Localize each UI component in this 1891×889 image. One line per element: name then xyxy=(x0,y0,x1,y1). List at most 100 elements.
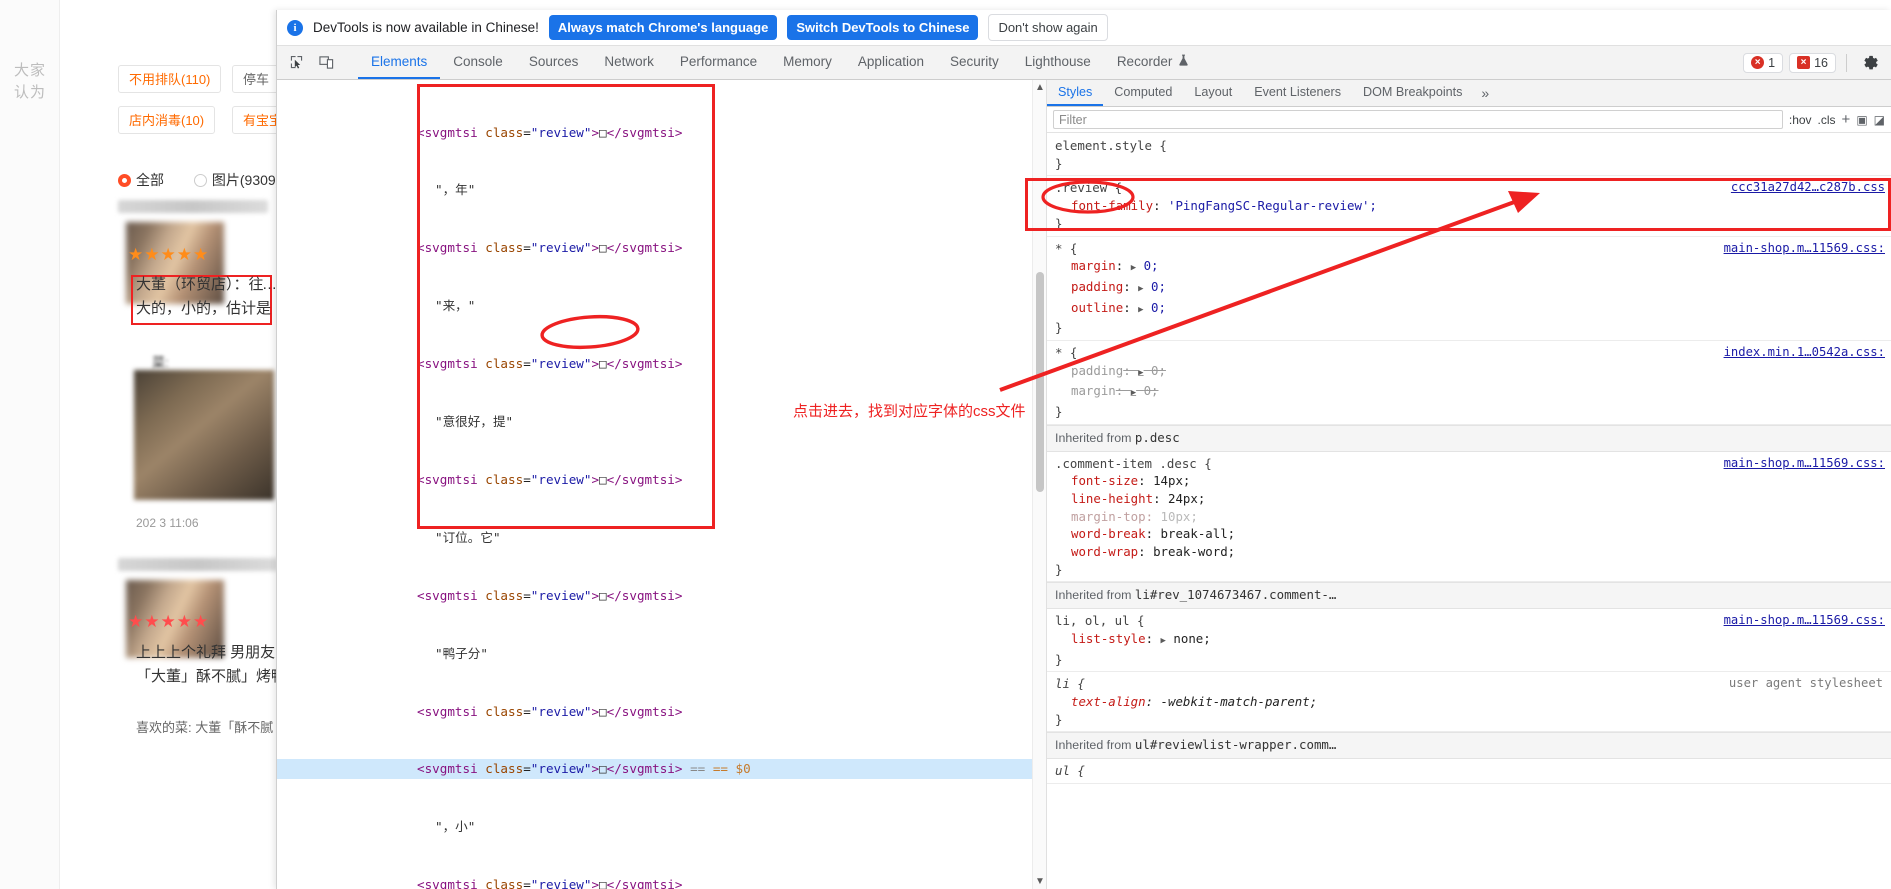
inherited-target[interactable]: ul#reviewlist-wrapper.comm… xyxy=(1135,737,1336,752)
css-declaration[interactable]: line-height: 24px; xyxy=(1055,490,1891,508)
css-value: none; xyxy=(1173,630,1211,646)
expand-icon[interactable]: ▶ xyxy=(1138,368,1143,378)
styles-pane: Styles Computed Layout Event Listeners D… xyxy=(1047,80,1891,889)
css-declaration[interactable]: text-align: -webkit-match-parent; xyxy=(1055,693,1891,711)
css-declaration[interactable]: word-wrap: break-word; xyxy=(1055,543,1891,561)
device-toolbar-icon[interactable] xyxy=(313,51,339,75)
review-timestamp: 202 3 11:06 xyxy=(136,516,199,530)
tab-layout[interactable]: Layout xyxy=(1183,80,1243,106)
tab-sources[interactable]: Sources xyxy=(516,46,592,79)
css-declaration[interactable]: font-family: 'PingFangSC-Regular-review'… xyxy=(1055,197,1891,215)
always-match-language-button[interactable]: Always match Chrome's language xyxy=(548,15,778,40)
css-declaration[interactable]: word-break: break-all; xyxy=(1055,525,1891,543)
css-rule-review[interactable]: .review { ccc31a27d42…c287b.css font-fam… xyxy=(1047,176,1891,237)
tab-styles[interactable]: Styles xyxy=(1047,80,1104,106)
stylesheet-source-link[interactable]: main-shop.m…11569.css: xyxy=(1724,240,1885,258)
inherited-target[interactable]: li#rev_1074673467.comment-… xyxy=(1135,587,1336,602)
stylesheet-source-link[interactable]: main-shop.m…11569.css: xyxy=(1724,612,1885,630)
css-value: 0; xyxy=(1143,258,1159,274)
dom-node-selected[interactable]: <svgmtsi class="review">□</svgmtsi> == =… xyxy=(277,759,1046,779)
error-count-badge[interactable]: × 1 xyxy=(1743,52,1784,73)
tab-recorder[interactable]: Recorder xyxy=(1104,46,1203,79)
tag-chip-0[interactable]: 不用排队(110) xyxy=(118,65,222,93)
dom-node-line[interactable]: <svgmtsi class="review">□</svgmtsi> xyxy=(277,875,1046,889)
tab-memory[interactable]: Memory xyxy=(770,46,845,79)
tab-computed[interactable]: Computed xyxy=(1103,80,1183,106)
plus-icon[interactable]: + xyxy=(1842,111,1851,128)
css-property: margin xyxy=(1071,258,1116,274)
css-rule-universal-1[interactable]: * { main-shop.m…11569.css: margin: ▶ 0; … xyxy=(1047,237,1891,342)
css-declaration-overridden[interactable]: margin: ▶ 0; xyxy=(1055,382,1891,403)
dom-text-node[interactable]: "意很好，提" xyxy=(277,412,1046,431)
dom-scroll-thumb[interactable] xyxy=(1036,272,1044,492)
css-declaration[interactable]: outline: ▶ 0; xyxy=(1055,299,1891,320)
tab-console[interactable]: Console xyxy=(440,46,516,79)
dont-show-again-button[interactable]: Don't show again xyxy=(988,14,1108,41)
filter-option-photos[interactable]: 图片(9309) xyxy=(193,170,280,190)
dom-node-line[interactable]: <svgmtsi class="review">□</svgmtsi> xyxy=(277,470,1046,489)
tab-elements[interactable]: Elements xyxy=(358,46,441,79)
css-declaration[interactable]: padding: ▶ 0; xyxy=(1055,278,1891,299)
css-declaration-inactive[interactable]: margin-top: 10px; xyxy=(1055,508,1891,526)
cls-toggle[interactable]: .cls xyxy=(1818,113,1836,127)
css-rule-li-ua[interactable]: li { user agent stylesheet text-align: -… xyxy=(1047,672,1891,733)
dom-node-line[interactable]: <svgmtsi class="review">□</svgmtsi> xyxy=(277,702,1046,721)
dom-text-node[interactable]: "，小" xyxy=(277,817,1046,836)
styles-filter-input[interactable] xyxy=(1053,110,1783,129)
issue-count-badge[interactable]: × 16 xyxy=(1789,52,1836,73)
devtools-toolbar: Elements Console Sources Network Perform… xyxy=(277,46,1891,80)
css-declaration-overridden[interactable]: padding: ▶ 0; xyxy=(1055,362,1891,383)
scroll-up-icon[interactable]: ▲ xyxy=(1035,82,1045,93)
toggle-sidebar-icon[interactable]: ◪ xyxy=(1874,113,1885,127)
tab-security[interactable]: Security xyxy=(937,46,1012,79)
expand-icon[interactable]: ▶ xyxy=(1131,263,1136,273)
css-declaration[interactable]: margin: ▶ 0; xyxy=(1055,257,1891,278)
device-toolbar-glyph xyxy=(318,56,333,69)
css-property: font-family xyxy=(1071,198,1154,214)
dom-node-line[interactable]: <svgmtsi class="review">□</svgmtsi> xyxy=(277,123,1046,142)
elements-dom-pane[interactable]: <svgmtsi class="review">□</svgmtsi> "，年"… xyxy=(277,80,1047,889)
css-value: 'PingFangSC-Regular-review'; xyxy=(1167,198,1377,214)
new-style-rule-icon[interactable]: ▣ xyxy=(1856,113,1867,127)
css-rule-element-style[interactable]: element.style { } xyxy=(1047,134,1891,177)
tab-dom-breakpoints[interactable]: DOM Breakpoints xyxy=(1352,80,1473,106)
css-rule-close: } xyxy=(1055,404,1063,420)
tab-network[interactable]: Network xyxy=(591,46,667,79)
dom-node-line[interactable]: <svgmtsi class="review">□</svgmtsi> xyxy=(277,354,1046,373)
tab-performance[interactable]: Performance xyxy=(667,46,770,79)
expand-icon[interactable]: ▶ xyxy=(1138,305,1143,315)
dom-text-node[interactable]: "订位。它" xyxy=(277,528,1046,547)
css-rule-ul[interactable]: ul { xyxy=(1047,759,1891,784)
dom-scrollbar[interactable]: ▲ ▼ xyxy=(1032,80,1046,889)
stylesheet-source-link[interactable]: main-shop.m…11569.css: xyxy=(1724,455,1885,473)
filter-option-all[interactable]: 全部 xyxy=(118,170,164,190)
tab-event-listeners[interactable]: Event Listeners xyxy=(1243,80,1352,106)
tab-lighthouse[interactable]: Lighthouse xyxy=(1012,46,1104,79)
gear-icon[interactable] xyxy=(1857,51,1883,75)
switch-devtools-to-chinese-button[interactable]: Switch DevTools to Chinese xyxy=(787,15,979,40)
inherited-target[interactable]: p.desc xyxy=(1135,430,1180,445)
tab-application[interactable]: Application xyxy=(845,46,937,79)
stylesheet-source-link[interactable]: ccc31a27d42…c287b.css xyxy=(1731,179,1885,197)
css-declaration[interactable]: font-size: 14px; xyxy=(1055,472,1891,490)
stylesheet-source-link[interactable]: index.min.1…0542a.css: xyxy=(1724,344,1885,362)
css-rule-li-ol-ul[interactable]: li, ol, ul { main-shop.m…11569.css: list… xyxy=(1047,609,1891,673)
dom-node-line[interactable]: <svgmtsi class="review">□</svgmtsi> xyxy=(277,238,1046,257)
chevron-double-right-icon[interactable]: » xyxy=(1473,80,1497,106)
dom-node-line[interactable]: <svgmtsi class="review">□</svgmtsi> xyxy=(277,586,1046,605)
expand-icon[interactable]: ▶ xyxy=(1161,636,1166,646)
dom-text-node[interactable]: "鸭子分" xyxy=(277,644,1046,663)
hov-toggle[interactable]: :hov xyxy=(1789,113,1812,127)
css-property: margin xyxy=(1071,383,1116,399)
info-icon: i xyxy=(287,19,303,36)
css-rule-comment-item-desc[interactable]: .comment-item .desc { main-shop.m…11569.… xyxy=(1047,452,1891,583)
expand-icon[interactable]: ▶ xyxy=(1131,388,1136,398)
inspect-element-icon[interactable] xyxy=(283,51,309,75)
tag-chip-2[interactable]: 店内消毒(10) xyxy=(118,106,216,134)
scroll-down-icon[interactable]: ▼ xyxy=(1035,876,1045,887)
css-rule-universal-2[interactable]: * { index.min.1…0542a.css: padding: ▶ 0;… xyxy=(1047,341,1891,425)
dom-text-node[interactable]: "来，" xyxy=(277,296,1046,315)
expand-icon[interactable]: ▶ xyxy=(1138,284,1143,294)
css-declaration[interactable]: list-style: ▶ none; xyxy=(1055,630,1891,651)
dom-text-node[interactable]: "，年" xyxy=(277,180,1046,199)
